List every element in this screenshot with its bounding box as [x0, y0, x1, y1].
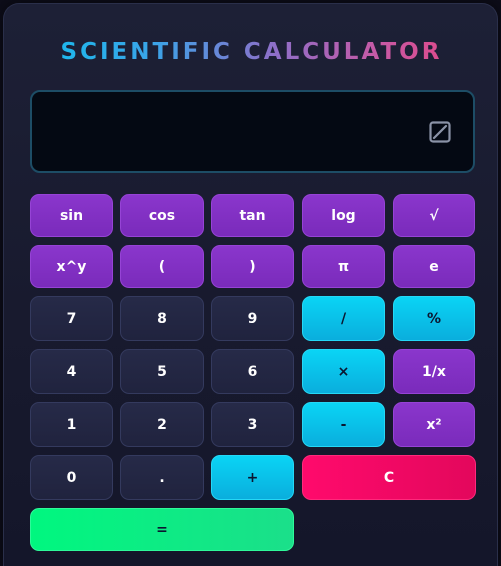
- digit-1-button[interactable]: 1: [30, 402, 113, 447]
- digit-2-button[interactable]: 2: [120, 402, 204, 447]
- reciprocal-button[interactable]: 1/x: [393, 349, 475, 394]
- digit-6-button[interactable]: 6: [211, 349, 294, 394]
- calculator: SCIENTIFIC CALCULATOR sin cos tan log √ …: [3, 3, 498, 566]
- digit-3-button[interactable]: 3: [211, 402, 294, 447]
- percent-button[interactable]: %: [393, 296, 475, 341]
- e-button[interactable]: e: [393, 245, 475, 288]
- decimal-button[interactable]: .: [120, 455, 204, 500]
- digit-4-button[interactable]: 4: [30, 349, 113, 394]
- cos-button[interactable]: cos: [120, 194, 204, 237]
- sqrt-button[interactable]: √: [393, 194, 475, 237]
- equals-button[interactable]: =: [30, 508, 294, 551]
- close-paren-button[interactable]: ): [211, 245, 294, 288]
- display-screen: [30, 90, 475, 173]
- open-paren-button[interactable]: (: [120, 245, 204, 288]
- add-button[interactable]: +: [211, 455, 294, 500]
- sin-button[interactable]: sin: [30, 194, 113, 237]
- log-button[interactable]: log: [302, 194, 385, 237]
- pi-button[interactable]: π: [302, 245, 385, 288]
- subtract-button[interactable]: -: [302, 402, 385, 447]
- digit-8-button[interactable]: 8: [120, 296, 204, 341]
- tan-button[interactable]: tan: [211, 194, 294, 237]
- digit-5-button[interactable]: 5: [120, 349, 204, 394]
- square-button[interactable]: x²: [393, 402, 475, 447]
- digit-0-button[interactable]: 0: [30, 455, 113, 500]
- square-slash-icon[interactable]: [429, 121, 451, 143]
- power-button[interactable]: x^y: [30, 245, 113, 288]
- app-title: SCIENTIFIC CALCULATOR: [4, 34, 499, 70]
- digit-7-button[interactable]: 7: [30, 296, 113, 341]
- divide-button[interactable]: /: [302, 296, 385, 341]
- clear-button[interactable]: C: [302, 455, 476, 500]
- multiply-button[interactable]: ×: [302, 349, 385, 394]
- digit-9-button[interactable]: 9: [211, 296, 294, 341]
- display-value: [48, 116, 413, 150]
